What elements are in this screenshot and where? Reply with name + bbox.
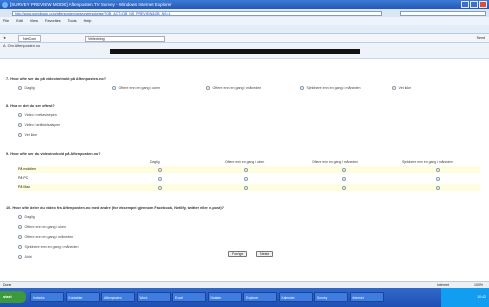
window-controls: [461, 1, 487, 8]
q9-column-header: Daglig: [150, 160, 160, 164]
radio-button[interactable]: [342, 176, 346, 181]
window-titlebar: [SURVEY PREVIEW MODE] Aftenposten.TV Sur…: [0, 0, 489, 9]
taskbar-item[interactable]: Kontakter: [65, 292, 100, 302]
tab-search-field[interactable]: Veiledning: [85, 35, 165, 42]
radio-button[interactable]: [244, 167, 248, 172]
close-button[interactable]: [479, 1, 487, 8]
question-8: 8. Hva er det du ser oftest?: [6, 104, 55, 108]
q7-option-2[interactable]: Oftere enn en gang i uken: [112, 86, 160, 90]
next-button[interactable]: Neste: [256, 251, 274, 257]
radio-button[interactable]: [18, 113, 22, 117]
q7-option-1[interactable]: Daglig: [18, 86, 35, 90]
survey-title-bar: [110, 49, 360, 54]
window-title: [SURVEY PREVIEW MODE] Aftenposten.TV Sur…: [10, 2, 172, 7]
q9-column-header: Sjeldnere enn en gang i måneden: [402, 160, 453, 164]
radio-button[interactable]: [342, 185, 346, 190]
taskbar-item[interactable]: Notater: [207, 292, 242, 302]
q9-row-label: På PC: [18, 176, 29, 180]
q9-row-mac: På Mac: [18, 184, 480, 191]
address-bar: http://www.questback.com/aftenposten/apt…: [0, 9, 489, 17]
survey-content: 7. Hvor ofte ser du på videoinnhold på A…: [0, 59, 489, 299]
links-toolbar: [0, 25, 489, 34]
favorites-star-icon[interactable]: ★: [3, 34, 6, 43]
menu-help[interactable]: Help: [84, 19, 92, 23]
status-bar: Done 100% Internet: [0, 281, 489, 288]
toolbar-right-actions: Send: [477, 34, 485, 43]
radio-button[interactable]: [300, 86, 304, 90]
q7-option-4[interactable]: Sjeldnere enn en gang i måneden: [300, 86, 360, 90]
q8-option-1[interactable]: Video i nettavisepen: [18, 113, 57, 117]
radio-button[interactable]: [436, 176, 440, 181]
start-button[interactable]: start: [0, 291, 26, 303]
radio-button[interactable]: [18, 123, 22, 127]
radio-button[interactable]: [392, 86, 396, 90]
q9-column-header: Oftere enn en gang i måneden: [312, 160, 358, 164]
live-search-input[interactable]: [400, 10, 486, 16]
radio-button[interactable]: [244, 185, 248, 190]
taskbar-items: Innboks Kontakter Aftenposten Word Excel…: [30, 292, 384, 302]
taskbar-item[interactable]: Internet: [349, 292, 384, 302]
question-10: 10. Hvor ofte deler du video fra Aftenpo…: [6, 206, 224, 210]
q8-option-2[interactable]: Video i artikkelsalspen: [18, 123, 60, 127]
radio-button[interactable]: [158, 185, 162, 190]
tab-bar: ★ NetCom Veiledning Send: [0, 34, 489, 43]
address-field[interactable]: http://www.questback.com/aftenposten/apt…: [12, 10, 382, 16]
menu-tools[interactable]: Tools: [68, 19, 77, 23]
menu-bar: File Edit View Favorites Tools Help: [0, 17, 489, 25]
q9-row-pc: På PC: [18, 175, 480, 182]
radio-button[interactable]: [18, 245, 22, 249]
q7-option-5[interactable]: Vet ikke: [392, 86, 411, 90]
q9-row-mobile: På mobilen: [18, 166, 480, 173]
q10-option-2[interactable]: Oftere enn en gang i uken: [18, 225, 66, 229]
q10-option-1[interactable]: Daglig: [18, 215, 35, 219]
clock: 10:42: [477, 295, 486, 299]
menu-view[interactable]: View: [30, 19, 38, 23]
taskbar-item[interactable]: Innboks: [30, 292, 64, 302]
taskbar-item[interactable]: Excel: [172, 292, 206, 302]
q7-option-3[interactable]: Oftere enn en gang i måneden: [206, 86, 261, 90]
radio-button[interactable]: [244, 176, 248, 181]
taskbar-item[interactable]: Kalender: [278, 292, 313, 302]
radio-button[interactable]: [436, 167, 440, 172]
radio-button[interactable]: [18, 225, 22, 229]
radio-button[interactable]: [342, 167, 346, 172]
maximize-button[interactable]: [470, 1, 478, 8]
taskbar-item[interactable]: Explorer: [243, 292, 277, 302]
radio-button[interactable]: [158, 176, 162, 181]
section-title: A. Om Aftenposten.no: [3, 44, 41, 48]
q8-option-3[interactable]: Vet ikke: [18, 133, 37, 137]
minimize-button[interactable]: [461, 1, 469, 8]
menu-edit[interactable]: Edit: [16, 19, 23, 23]
radio-button[interactable]: [18, 255, 22, 259]
survey-header: A. Om Aftenposten.no: [0, 43, 489, 59]
radio-button[interactable]: [158, 167, 162, 172]
radio-button[interactable]: [18, 133, 22, 137]
radio-button[interactable]: [112, 86, 116, 90]
radio-button[interactable]: [206, 86, 210, 90]
menu-favorites[interactable]: Favorites: [45, 19, 61, 23]
radio-button[interactable]: [436, 185, 440, 190]
previous-button[interactable]: Forrige: [228, 251, 248, 257]
system-tray: 10:42: [441, 288, 489, 307]
taskbar-item[interactable]: Aftenposten: [101, 292, 135, 302]
send-button[interactable]: Send: [477, 36, 485, 40]
radio-button[interactable]: [18, 235, 22, 239]
q9-column-header: Oftere enn en gang i uken: [225, 160, 265, 164]
radio-button[interactable]: [18, 86, 22, 90]
question-7: 7. Hvor ofte ser du på videoinnhold på A…: [6, 77, 107, 81]
q10-option-4[interactable]: Sjeldnere enn en gang i måneden: [18, 245, 78, 249]
q9-row-label: På mobilen: [18, 167, 36, 171]
radio-button[interactable]: [18, 215, 22, 219]
q9-row-label: På Mac: [18, 185, 31, 189]
taskbar-item[interactable]: Word: [136, 292, 171, 302]
question-9: 9. Hvor ofte ser du videoinnhold på Afte…: [6, 152, 101, 156]
menu-file[interactable]: File: [3, 19, 9, 23]
q10-option-3[interactable]: Oftere enn en gang i måneden: [18, 235, 73, 239]
ie-logo-icon: [2, 1, 8, 8]
taskbar-item[interactable]: Survey: [314, 292, 348, 302]
q10-option-5[interactable]: Aldri: [18, 255, 32, 259]
tab-netcom[interactable]: NetCom: [18, 35, 42, 42]
taskbar: start Innboks Kontakter Aftenposten Word…: [0, 288, 489, 307]
